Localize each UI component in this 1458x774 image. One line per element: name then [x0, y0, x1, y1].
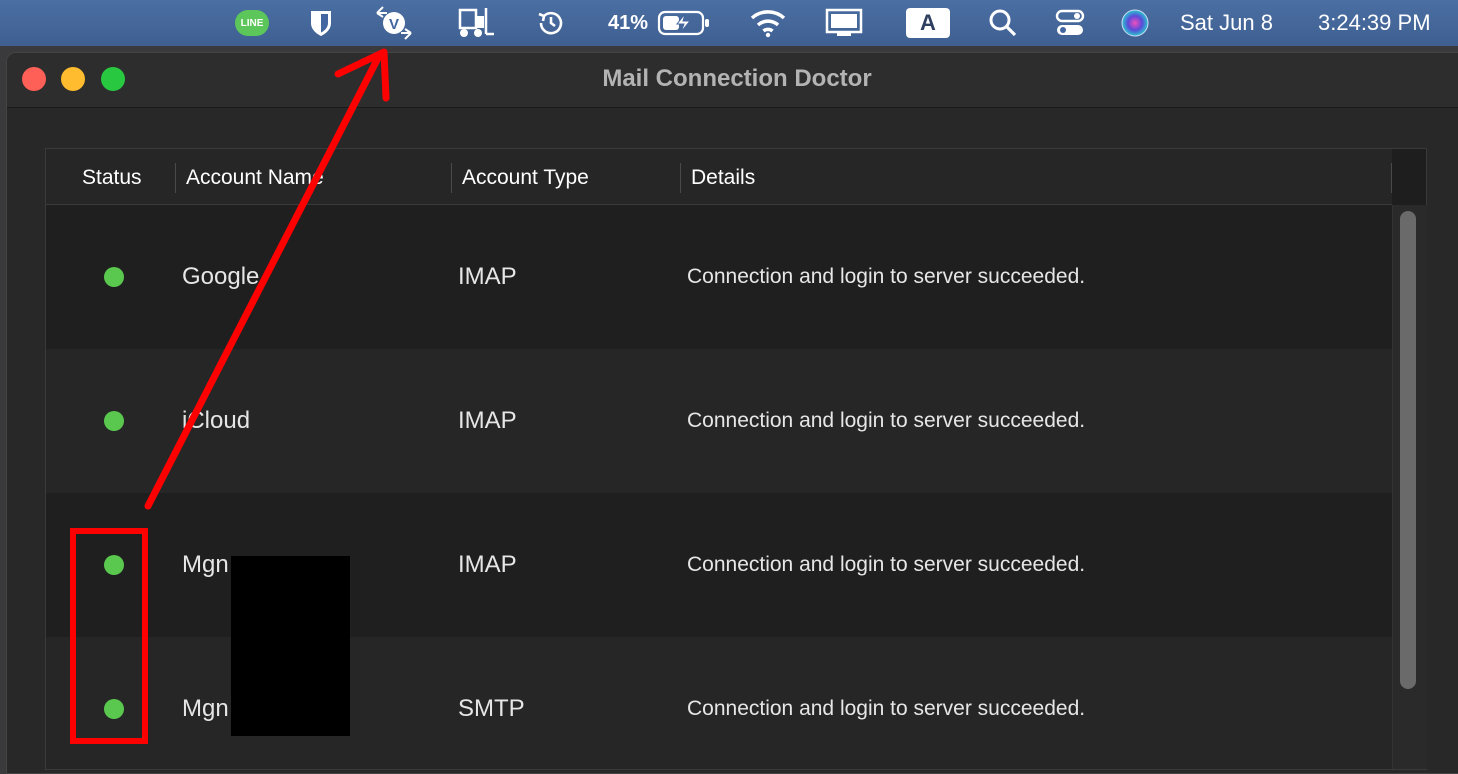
input-source-label: A [906, 8, 950, 38]
table-header: Status Account Name Account Type Details [46, 149, 1392, 205]
column-header-status[interactable]: Status [82, 149, 142, 204]
column-header-account-name[interactable]: Account Name [186, 149, 324, 204]
column-divider[interactable] [451, 163, 452, 193]
column-divider[interactable] [680, 163, 681, 193]
details-cell: Connection and login to server succeeded… [687, 697, 1086, 720]
battery-percent: 41% [607, 11, 649, 34]
column-header-details[interactable]: Details [691, 149, 755, 204]
siri-icon[interactable] [1118, 0, 1152, 46]
line-icon[interactable]: LINE [234, 0, 270, 46]
menu-bar: LINE V 41% A Sat Jun 8 3:24:39 PM [0, 0, 1458, 46]
line-badge: LINE [235, 10, 269, 36]
status-ok-indicator [104, 411, 124, 431]
redaction-block [231, 556, 350, 736]
input-source-icon[interactable]: A [904, 0, 952, 46]
menubar-date: Sat Jun 8 [1180, 10, 1273, 35]
details-cell: Connection and login to server succeeded… [687, 409, 1086, 432]
account-type-cell: SMTP [458, 695, 525, 722]
column-divider [1391, 163, 1392, 193]
account-name-cell: Google [182, 263, 260, 290]
wifi-icon[interactable] [748, 0, 788, 46]
account-name-cell: Mgn [182, 551, 229, 578]
title-bar[interactable]: Mail Connection Doctor [7, 53, 1458, 108]
svg-text:V: V [389, 16, 399, 33]
table-row[interactable]: Google IMAP Connection and login to serv… [46, 205, 1392, 349]
time-machine-icon[interactable] [534, 0, 568, 46]
account-name-cell: Mgn [182, 695, 229, 722]
details-cell: Connection and login to server succeeded… [687, 553, 1086, 576]
column-header-account-type[interactable]: Account Type [462, 149, 589, 204]
account-type-cell: IMAP [458, 263, 517, 290]
window-title: Mail Connection Doctor [602, 65, 872, 92]
annotation-highlight-box [70, 528, 148, 744]
vpn-switch-icon[interactable]: V [372, 0, 416, 46]
bitwarden-shield-icon[interactable] [306, 0, 336, 46]
vertical-scrollbar-thumb[interactable] [1400, 211, 1416, 689]
account-name-cell: iCloud [182, 407, 251, 434]
account-type-cell: IMAP [458, 407, 517, 434]
display-icon[interactable] [824, 0, 864, 46]
control-center-icon[interactable] [1052, 0, 1088, 46]
battery-charging-icon[interactable] [656, 0, 712, 46]
details-cell: Connection and login to server succeeded… [687, 265, 1086, 288]
search-icon[interactable] [986, 0, 1020, 46]
menubar-clock[interactable]: 3:24:39 PM [1318, 10, 1431, 36]
status-ok-indicator [104, 267, 124, 287]
forklift-icon[interactable] [452, 0, 496, 46]
account-type-cell: IMAP [458, 551, 517, 578]
column-divider[interactable] [175, 163, 176, 193]
mail-connection-doctor-window: Mail Connection Doctor Status Account Na… [6, 52, 1458, 774]
table-row[interactable]: iCloud IMAP Connection and login to serv… [46, 349, 1392, 493]
